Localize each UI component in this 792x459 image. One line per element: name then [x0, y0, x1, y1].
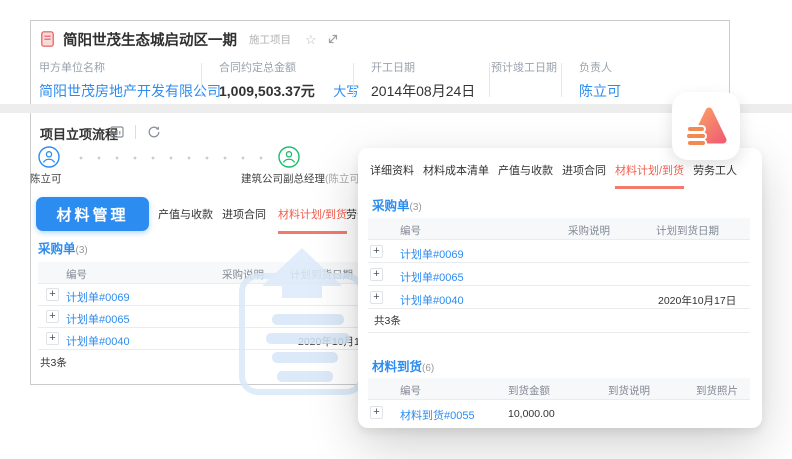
- panel-tab-labor-workers[interactable]: 劳务工人: [693, 162, 737, 189]
- material-management-button[interactable]: 材料管理: [36, 197, 149, 231]
- page-title: 简阳世茂生态城启动区一期: [63, 29, 237, 50]
- panel-arrival-table: 编号 到货金额 到货说明 到货照片 + 材料到货#0055 10,000.00: [368, 378, 750, 426]
- material-arrival-link[interactable]: 材料到货#0055: [400, 407, 475, 423]
- panel-tab-details[interactable]: 详细资料: [370, 162, 414, 189]
- arrival-amount: 10,000.00: [508, 408, 555, 420]
- field-label: 负责人: [579, 59, 621, 75]
- star-icon[interactable]: ☆: [305, 33, 317, 46]
- panel-purchase-table: 编号 采购说明 计划到货日期 + 计划单#0069 + 计划单#0065 + 计…: [368, 218, 750, 333]
- field-label: 甲方单位名称: [39, 59, 221, 75]
- field-label: 开工日期: [371, 59, 475, 75]
- purchase-order-link[interactable]: 计划单#0040: [400, 292, 464, 308]
- divider: [135, 125, 136, 139]
- document-icon: [41, 31, 54, 47]
- user-avatar-icon: [38, 146, 60, 173]
- divider: [561, 63, 562, 97]
- purchase-order-link[interactable]: 计划单#0069: [400, 246, 464, 262]
- col-id: 编号: [400, 223, 421, 238]
- expand-row-button[interactable]: +: [46, 332, 59, 345]
- table-row: + 计划单#0040 2020年10月17日: [368, 286, 750, 309]
- user-avatar-icon: [278, 146, 300, 173]
- purchase-count: (3): [410, 202, 422, 213]
- arrival-count: (6): [422, 363, 434, 374]
- divider: [201, 63, 202, 97]
- tab-output-and-receipts[interactable]: 产值与收款: [158, 206, 213, 231]
- arrival-heading-text: 材料到货: [372, 360, 422, 374]
- app-window: 简阳世茂生态城启动区一期 施工项目 ☆ 甲方单位名称 简阳世茂房地产开发有限公司…: [0, 0, 792, 459]
- tab-material-plan-arrival[interactable]: 材料计划/到货: [278, 206, 347, 234]
- field-contract-amount: 合同约定总金额 1,009,503.37元 大写: [219, 59, 359, 101]
- planned-arrival-date: 2020年10月17日: [658, 293, 736, 308]
- field-start-date: 开工日期 2014年08月24日: [371, 59, 475, 101]
- expand-icon[interactable]: [327, 33, 339, 45]
- expand-row-button[interactable]: +: [370, 245, 383, 258]
- tab-incoming-contracts[interactable]: 进项合同: [222, 206, 266, 231]
- purchase-heading-text: 采购单: [38, 242, 76, 256]
- purchase-heading-text: 采购单: [372, 199, 410, 213]
- divider: [353, 63, 354, 97]
- expand-row-button[interactable]: +: [46, 288, 59, 301]
- field-label: 合同约定总金额: [219, 59, 359, 75]
- divider: [489, 63, 490, 97]
- report-icon[interactable]: [110, 125, 124, 139]
- field-owner: 负责人 陈立可: [579, 59, 621, 101]
- purchase-count: (3): [76, 245, 88, 256]
- col-desc: 采购说明: [568, 223, 610, 238]
- party-a-link[interactable]: 简阳世茂房地产开发有限公司: [39, 81, 221, 101]
- col-desc: 采购说明: [222, 267, 264, 282]
- panel-tab-material-cost-list[interactable]: 材料成本清单: [423, 162, 489, 189]
- table-row: + 计划单#0069: [368, 240, 750, 263]
- expand-row-button[interactable]: +: [370, 291, 383, 304]
- flow-start-name: 陈立可: [30, 171, 62, 186]
- purchase-table-header: 编号 采购说明 计划到货日期: [368, 218, 750, 240]
- expand-row-button[interactable]: +: [46, 310, 59, 323]
- panel-tab-bar: 详细资料 材料成本清单 产值与收款 进项合同 材料计划/到货 劳务工人: [370, 162, 737, 189]
- panel-tab-output-and-receipts[interactable]: 产值与收款: [498, 162, 553, 189]
- arrival-table-header: 编号 到货金额 到货说明 到货照片: [368, 378, 750, 400]
- process-section-title: 项目立项流程: [40, 124, 118, 143]
- app-logo-icon[interactable]: [672, 92, 740, 160]
- flow-end-name: 建筑公司副总经理(陈立可): [241, 171, 364, 186]
- purchase-order-link[interactable]: 计划单#0069: [66, 289, 130, 305]
- col-photo: 到货照片: [696, 383, 738, 398]
- col-date: 计划到货日期: [290, 267, 353, 282]
- flow-connector: [72, 156, 270, 160]
- refresh-icon[interactable]: [147, 125, 161, 139]
- project-type-tag: 施工项目: [249, 32, 291, 47]
- purchase-order-link[interactable]: 计划单#0065: [66, 311, 130, 327]
- project-title-row: 简阳世茂生态城启动区一期 施工项目 ☆: [41, 29, 339, 49]
- col-amount: 到货金额: [508, 383, 550, 398]
- col-id: 编号: [400, 383, 421, 398]
- purchase-order-link[interactable]: 计划单#0040: [66, 333, 130, 349]
- table-row: + 计划单#0065: [368, 263, 750, 286]
- panel-tab-material-plan-arrival[interactable]: 材料计划/到货: [615, 162, 684, 189]
- table-footer: 共3条: [368, 309, 750, 333]
- col-id: 编号: [66, 267, 87, 282]
- expand-row-button[interactable]: +: [370, 268, 383, 281]
- table-row: + 材料到货#0055 10,000.00: [368, 400, 750, 426]
- panel-purchase-heading: 采购单(3): [372, 195, 422, 214]
- field-finish-date: 预计竣工日期: [491, 59, 557, 93]
- detail-panel: 详细资料 材料成本清单 产值与收款 进项合同 材料计划/到货 劳务工人 采购单(…: [358, 148, 762, 428]
- process-toolbar: [110, 125, 161, 139]
- col-date: 计划到货日期: [656, 223, 719, 238]
- owner-link[interactable]: 陈立可: [579, 81, 621, 101]
- amount-in-words-link[interactable]: 大写: [333, 84, 359, 99]
- expand-row-button[interactable]: +: [370, 406, 383, 419]
- contract-amount-value: 1,009,503.37元: [219, 81, 315, 101]
- start-date-value: 2014年08月24日: [371, 81, 475, 101]
- field-label: 预计竣工日期: [491, 59, 557, 75]
- purchase-section-heading: 采购单(3): [38, 238, 88, 257]
- flow-end-role: 建筑公司副总经理: [241, 173, 325, 185]
- panel-arrival-heading: 材料到货(6): [372, 356, 434, 375]
- field-party-a: 甲方单位名称 简阳世茂房地产开发有限公司: [39, 59, 221, 101]
- panel-tab-incoming-contracts[interactable]: 进项合同: [562, 162, 606, 189]
- purchase-order-link[interactable]: 计划单#0065: [400, 269, 464, 285]
- col-desc: 到货说明: [608, 383, 650, 398]
